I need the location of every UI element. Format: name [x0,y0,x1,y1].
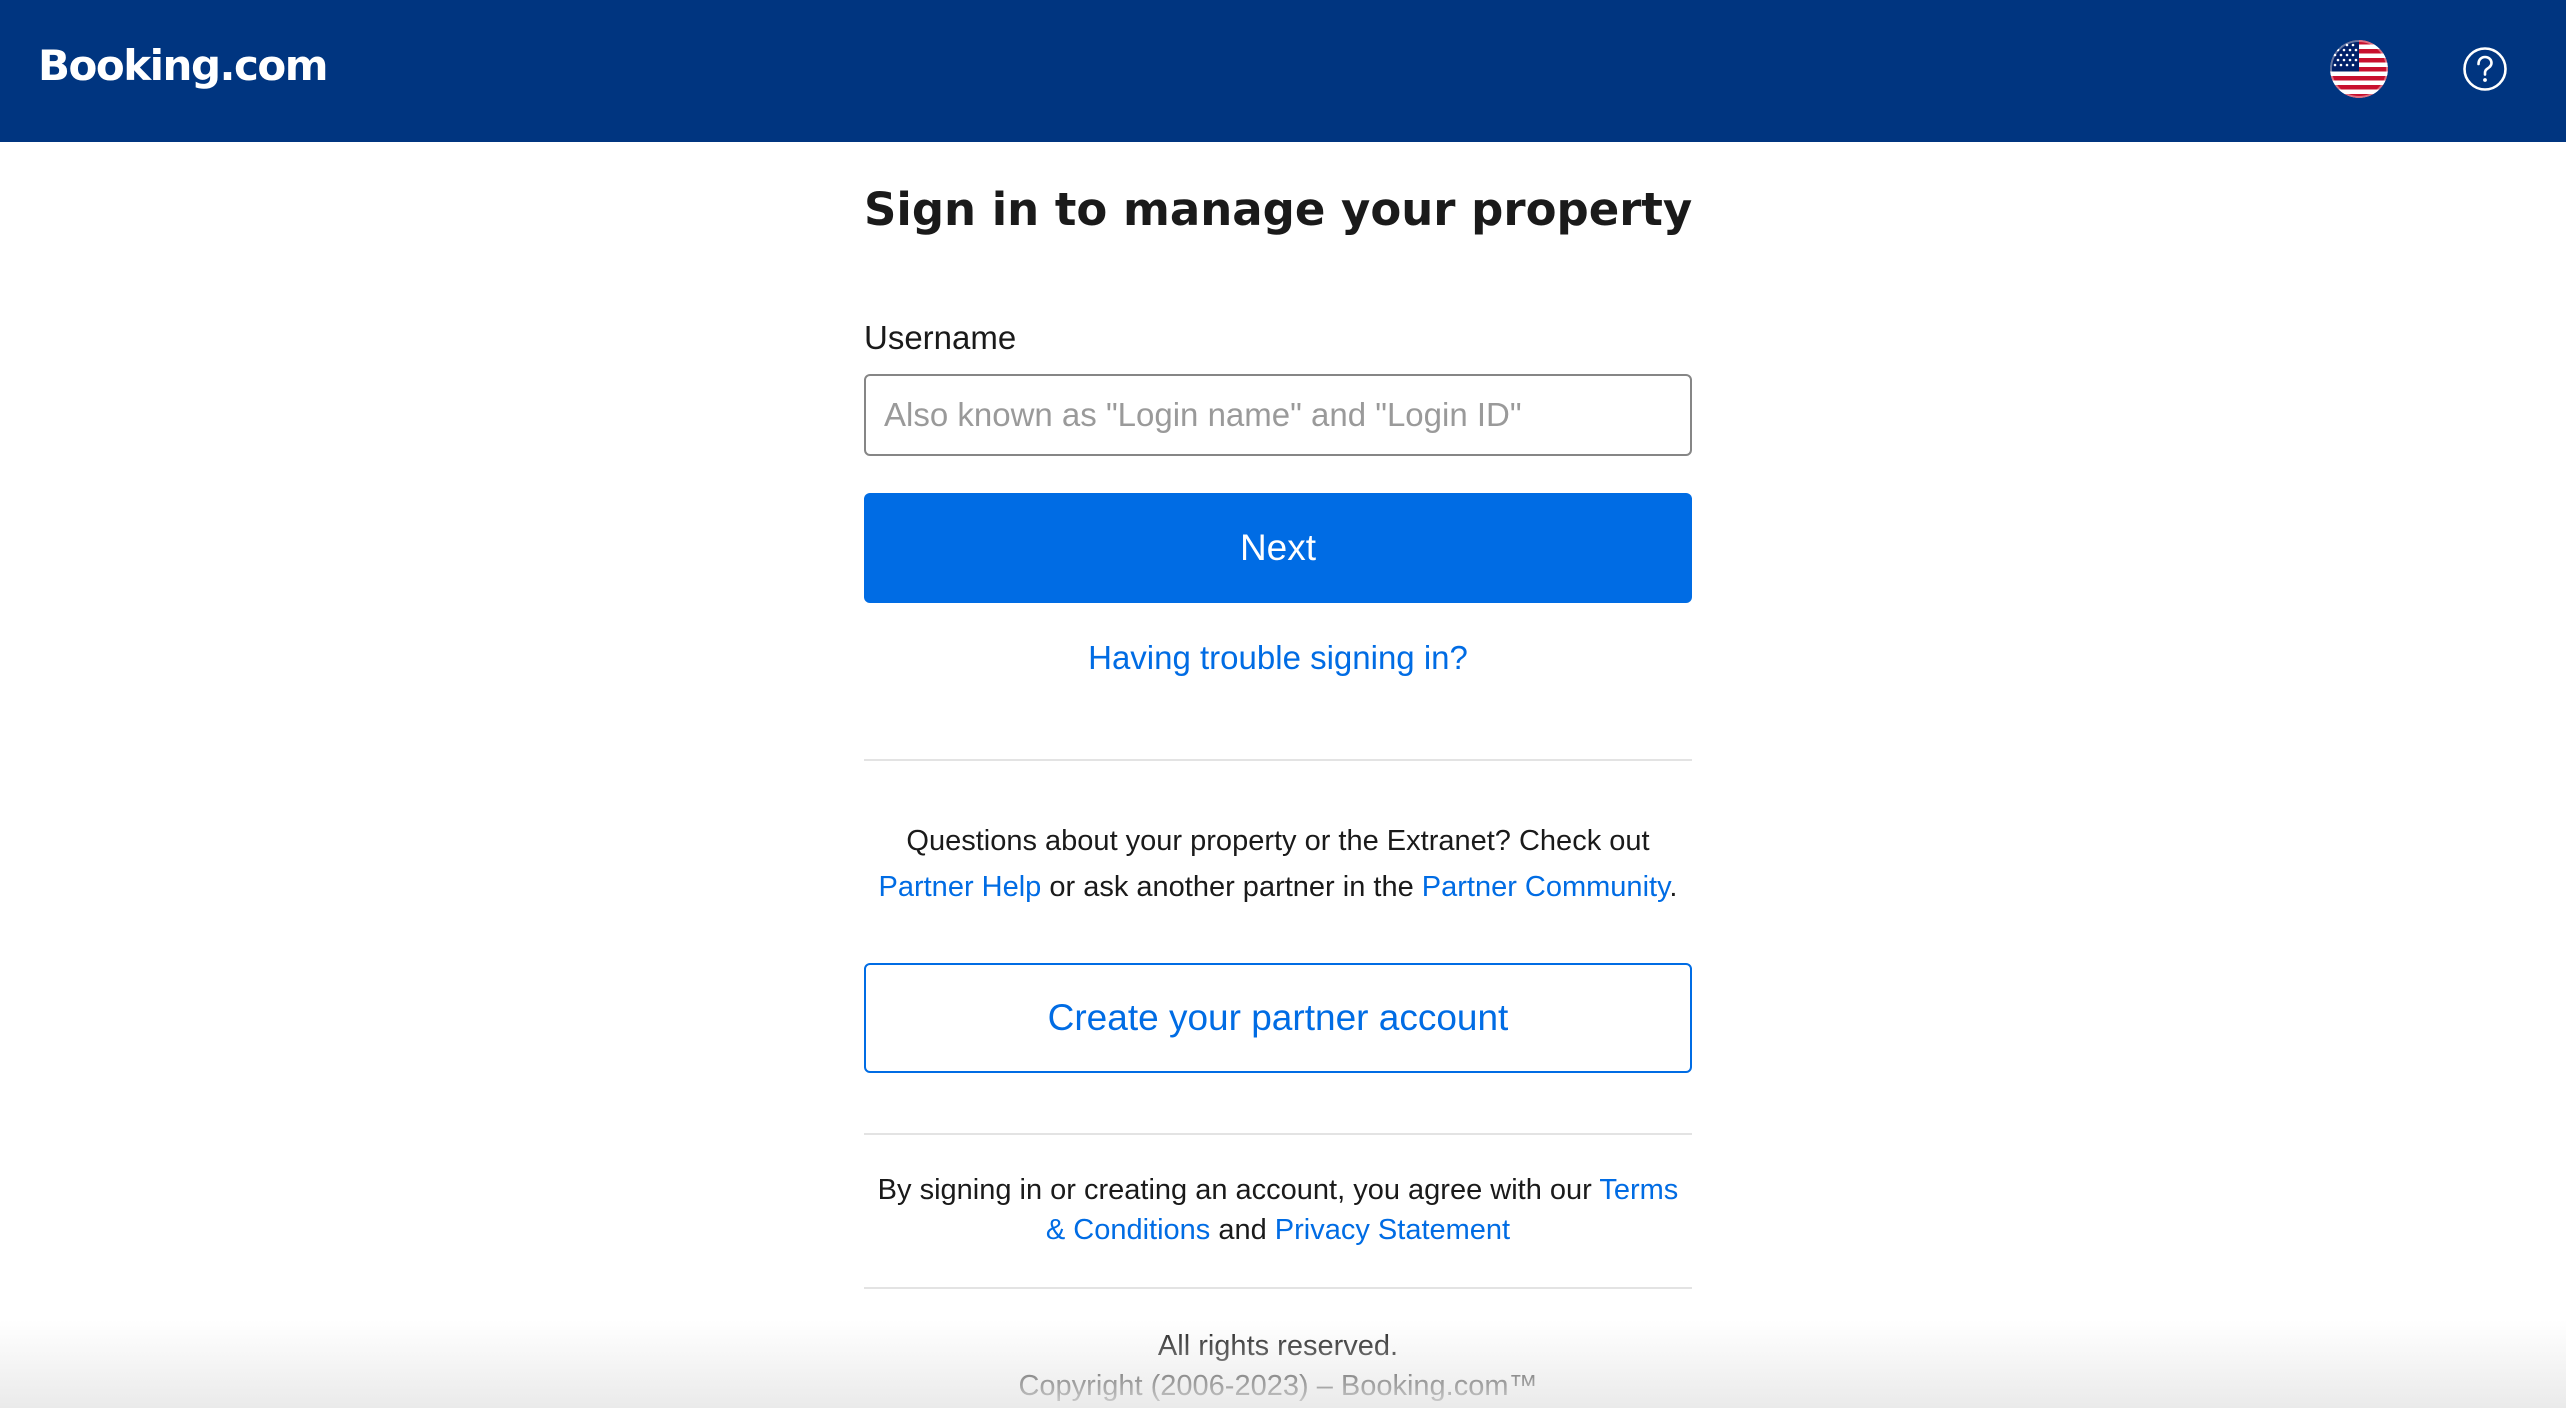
divider [864,1287,1692,1289]
username-input[interactable] [864,374,1692,456]
us-flag-graphic [2330,40,2388,98]
question-circle-graphic [2463,47,2507,91]
us-flag-icon[interactable] [2330,40,2388,98]
legal-text-part-2: and [1210,1214,1275,1246]
next-button[interactable]: Next [864,493,1692,603]
create-partner-account-button[interactable]: Create your partner account [864,963,1692,1073]
help-text-part-1: Questions about your property or the Ext… [906,825,1650,857]
question-circle-icon[interactable] [2462,46,2508,92]
footer: All rights reserved. Copyright (2006-202… [864,1326,1692,1406]
copyright-text: Copyright (2006-2023) – Booking.com™ [1018,1370,1538,1402]
top-header: Booking.com [0,0,2566,142]
page-title: Sign in to manage your property [864,183,1693,236]
booking-logo[interactable]: Booking.com [38,40,328,92]
privacy-statement-link[interactable]: Privacy Statement [1275,1214,1510,1246]
username-label: Username [864,319,1017,356]
divider [864,1133,1692,1135]
legal-text-part-1: By signing in or creating an account, yo… [877,1174,1600,1206]
help-text: Questions about your property or the Ext… [864,818,1692,910]
help-text-part-2: or ask another partner in the [1041,871,1422,903]
partner-community-link[interactable]: Partner Community [1422,871,1670,903]
help-text-part-3: . [1669,871,1678,903]
partner-help-link[interactable]: Partner Help [879,871,1042,903]
divider [864,759,1692,761]
legal-text: By signing in or creating an account, yo… [864,1170,1692,1250]
all-rights-reserved: All rights reserved. [1157,1330,1399,1362]
trouble-signing-in-link[interactable]: Having trouble signing in? [864,638,1692,678]
